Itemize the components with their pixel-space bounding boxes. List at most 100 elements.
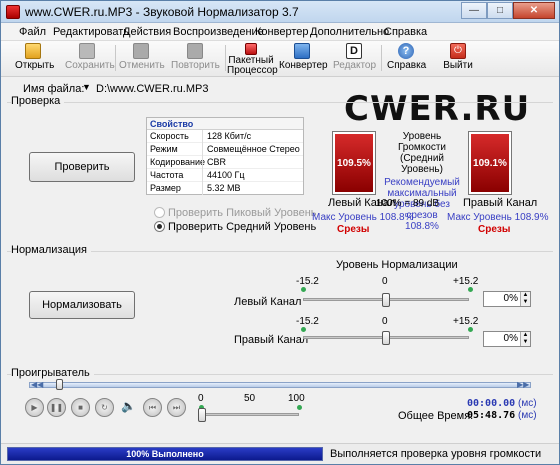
- volume-mid-label: 50: [244, 393, 256, 404]
- peak-level-label: Проверить Пиковый Уровень: [168, 207, 317, 219]
- average-level-radio[interactable]: [154, 221, 165, 232]
- editor-button[interactable]: D Редактор: [333, 43, 376, 75]
- status-message: Выполняется проверка уровня громкости: [330, 448, 542, 460]
- power-icon: ⏻: [450, 43, 466, 59]
- seek-right-icon[interactable]: ▶▶: [517, 380, 529, 389]
- table-row: Размер 5.32 MB: [150, 182, 241, 195]
- open-button[interactable]: Открыть: [15, 43, 54, 75]
- peak-level-radio[interactable]: [154, 207, 165, 218]
- file-name-label: Имя файла:: [23, 83, 85, 95]
- next-button[interactable]: ⏭: [167, 398, 186, 417]
- maximize-button[interactable]: □: [487, 2, 513, 19]
- left-slider-zero: 0: [382, 276, 388, 287]
- right-slider-min: -15.2: [296, 316, 319, 327]
- folder-icon: [25, 43, 41, 59]
- status-bar: 100% Выполнено Выполняется проверка уров…: [1, 443, 559, 464]
- current-time-unit: (мс): [518, 398, 537, 409]
- save-button[interactable]: Сохранить: [65, 43, 115, 75]
- left-slider-min: -15.2: [296, 276, 319, 287]
- converter-button[interactable]: Конвертер: [279, 43, 328, 75]
- left-min-marker: [301, 287, 306, 292]
- menu-extra[interactable]: Дополнительно: [310, 26, 389, 38]
- properties-header: Свойство: [147, 118, 303, 130]
- file-dropdown-icon[interactable]: ▼: [82, 82, 91, 92]
- volume-thumb[interactable]: [198, 408, 206, 422]
- minimize-button[interactable]: —: [461, 2, 487, 19]
- loop-button[interactable]: ↻: [95, 398, 114, 417]
- playback-position-thumb[interactable]: [56, 379, 63, 390]
- table-row: Кодирование CBR: [147, 156, 303, 169]
- menu-actions[interactable]: Действия: [123, 26, 171, 38]
- main-window: www.CWER.ru.MP3 - Звуковой Нормализатор …: [0, 0, 560, 465]
- total-time-unit: (мс): [518, 410, 537, 421]
- menu-converter[interactable]: Конвертер: [255, 26, 308, 38]
- check-group-title: Проверка: [11, 95, 65, 107]
- help-icon: ?: [398, 43, 414, 59]
- menu-help[interactable]: Справка: [384, 26, 427, 38]
- left-max-marker: [468, 287, 473, 292]
- toolbar-separator: [225, 45, 226, 71]
- floppy-icon: [79, 43, 95, 59]
- right-channel-meter: 109.1%: [468, 131, 512, 195]
- toolbar-separator: [115, 45, 116, 71]
- volume-max-marker: [297, 405, 302, 410]
- undo-button[interactable]: Отменить: [119, 43, 165, 75]
- left-channel-slider-label: Левый Канал: [234, 296, 302, 308]
- volume-track[interactable]: [201, 413, 299, 416]
- speaker-icon[interactable]: 🔈: [119, 398, 138, 417]
- pause-button[interactable]: ❚❚: [47, 398, 66, 417]
- left-slider-max: +15.2: [453, 276, 479, 287]
- left-max-level: Макс Уровень 108.8%: [312, 212, 414, 223]
- average-level-label: Проверить Средний Уровень: [168, 221, 317, 233]
- current-time: 00:00.00: [467, 398, 516, 409]
- batch-icon: [245, 43, 257, 55]
- menu-playback[interactable]: Воспроизведение: [173, 26, 264, 38]
- file-properties-table: Свойство Скорость 128 Кбит/с Режим Совмещё…: [146, 117, 304, 195]
- batch-processor-button[interactable]: Пакетный Процессор: [227, 43, 278, 76]
- play-button[interactable]: ▶: [25, 398, 44, 417]
- help-button[interactable]: ? Справка: [387, 43, 426, 75]
- stop-button[interactable]: ■: [71, 398, 90, 417]
- editor-icon: D: [346, 43, 362, 59]
- player-group-title: Проигрыватель: [11, 367, 94, 379]
- spinner-arrows-icon[interactable]: ▲ ▼: [520, 292, 530, 306]
- playback-position-bar[interactable]: [29, 382, 531, 388]
- close-button[interactable]: ✕: [513, 2, 555, 19]
- redo-icon: [187, 43, 203, 59]
- right-max-marker: [468, 327, 473, 332]
- total-time: 05:48.76: [467, 410, 516, 421]
- db-reference: 100% = 89 dB: [376, 198, 440, 209]
- menu-edit[interactable]: Редактировать: [53, 26, 129, 38]
- normalize-button[interactable]: Нормализовать: [29, 291, 135, 319]
- previous-button[interactable]: ⏮: [143, 398, 162, 417]
- redo-button[interactable]: Повторить: [171, 43, 220, 75]
- convert-icon: [294, 43, 310, 59]
- right-slider-zero: 0: [382, 316, 388, 327]
- right-max-level: Макс Уровень 108.9%: [447, 212, 549, 223]
- left-level-spinner[interactable]: 0% ▲ ▼: [483, 291, 531, 307]
- title-bar[interactable]: www.CWER.ru.MP3 - Звуковой Нормализатор …: [1, 1, 559, 23]
- left-clipping-label: Срезы: [337, 224, 370, 235]
- toolbar: Открыть Сохранить Отменить Повторить Пак…: [1, 41, 559, 77]
- exit-button[interactable]: ⏻ Выйти: [441, 43, 475, 75]
- right-level-spinner[interactable]: 0% ▲ ▼: [483, 331, 531, 347]
- right-channel-slider-label: Правый Канал: [234, 334, 309, 346]
- menu-bar: Файл Редактировать Действия Воспроизведе…: [1, 23, 559, 41]
- file-path: D:\www.CWER.ru.MP3: [96, 83, 209, 95]
- right-min-marker: [301, 327, 306, 332]
- right-slider-max: +15.2: [453, 316, 479, 327]
- undo-icon: [133, 43, 149, 59]
- right-clipping-label: Срезы: [478, 224, 511, 235]
- progress-bar: 100% Выполнено: [7, 447, 323, 461]
- left-normalize-thumb[interactable]: [382, 293, 390, 307]
- right-level-value: 109.1%: [473, 158, 507, 169]
- menu-file[interactable]: Файл: [19, 26, 46, 38]
- check-button[interactable]: Проверить: [29, 152, 135, 182]
- seek-left-icon[interactable]: ◀◀: [31, 380, 43, 389]
- left-channel-meter: 109.5%: [332, 131, 376, 195]
- spinner-arrows-icon[interactable]: ▲ ▼: [520, 332, 530, 346]
- right-normalize-thumb[interactable]: [382, 331, 390, 345]
- volume-min-label: 0: [198, 393, 204, 404]
- total-time-label: Общее Время:: [398, 410, 474, 422]
- normalization-level-title: Уровень Нормализации: [336, 259, 458, 271]
